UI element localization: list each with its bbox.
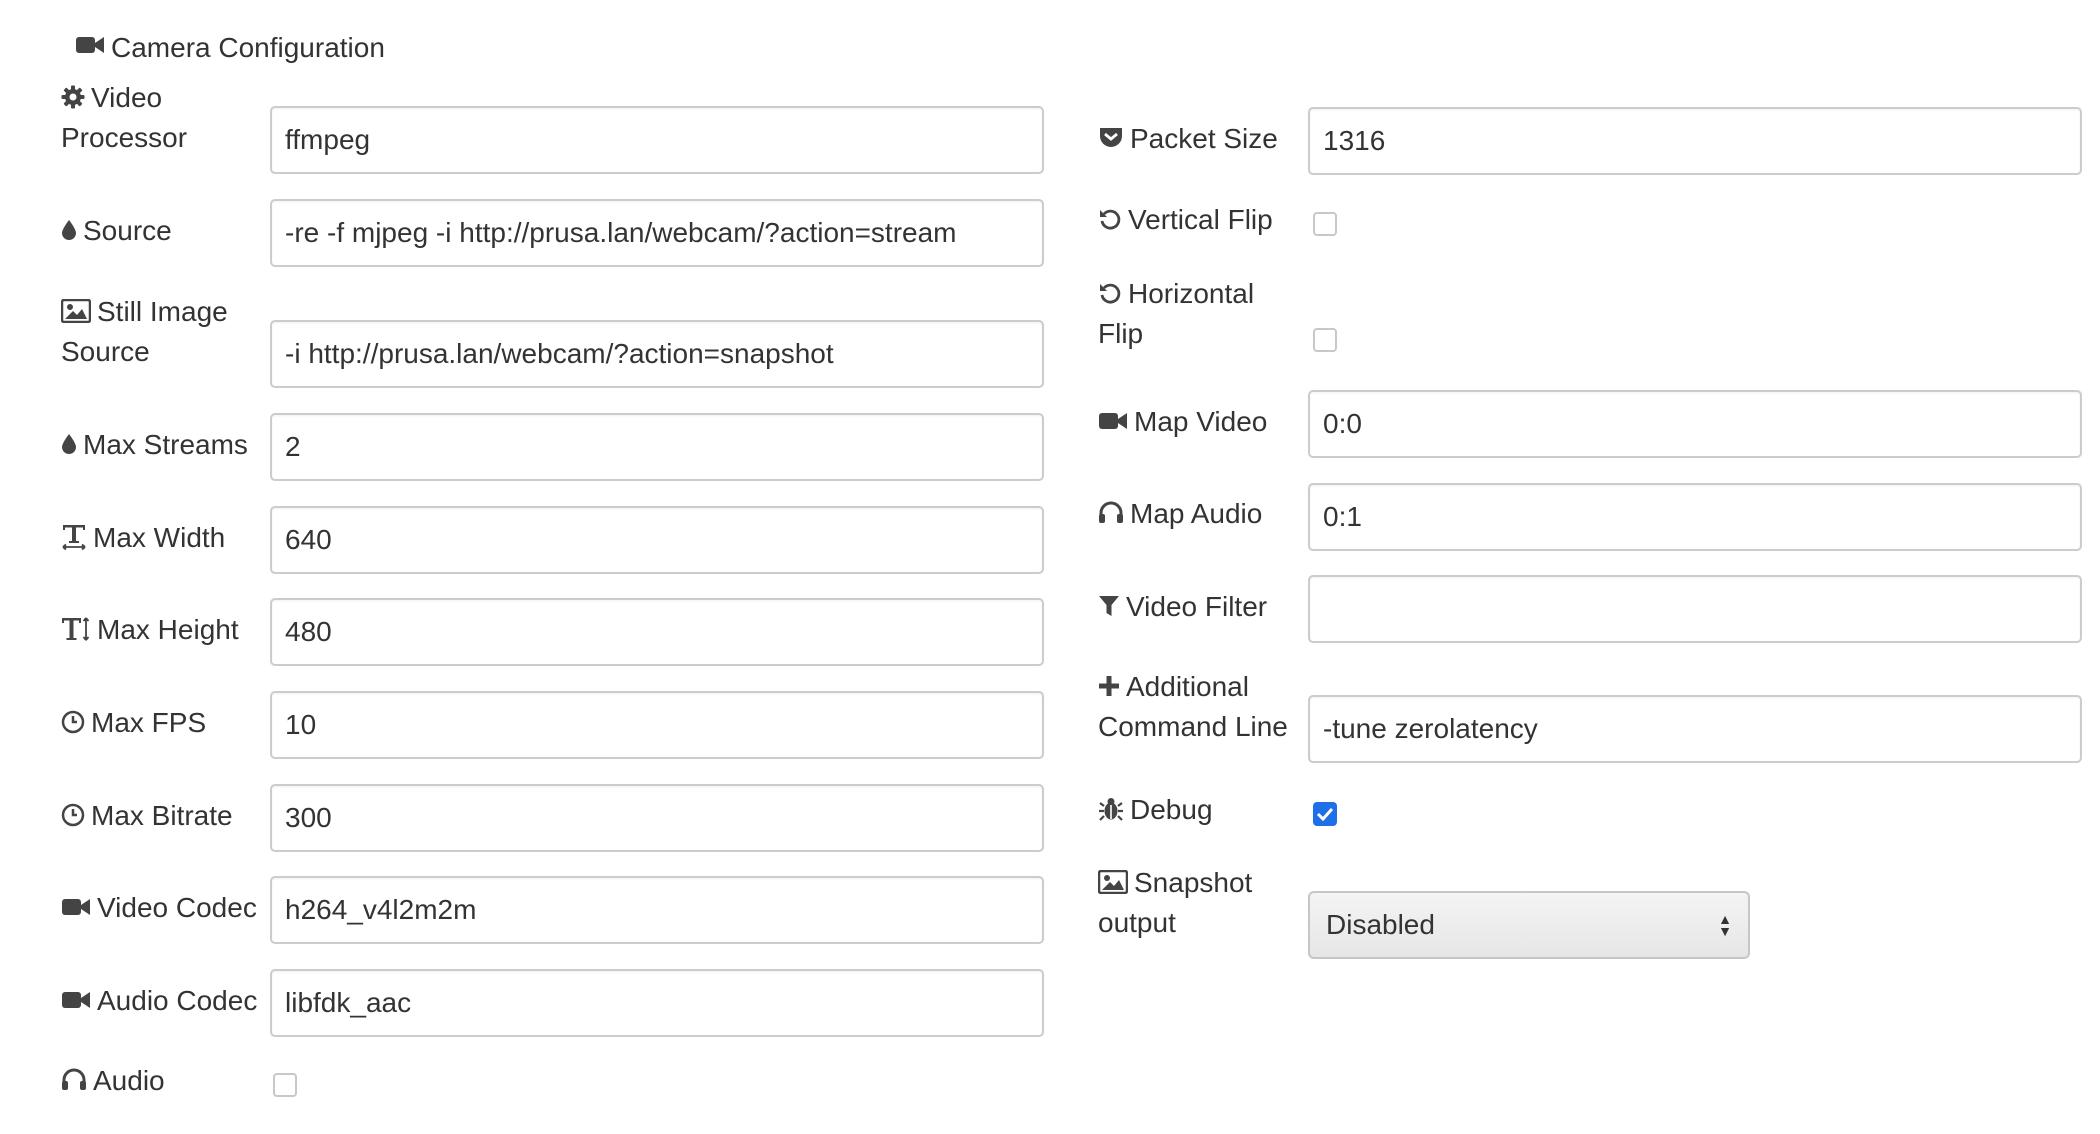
horizontal-flip-checkbox[interactable] — [1313, 328, 1337, 352]
video-camera-icon — [1098, 410, 1128, 432]
section-title-text: Camera Configuration — [111, 32, 385, 63]
video-camera-icon — [61, 989, 91, 1011]
filter-icon — [1098, 594, 1120, 618]
video-codec-input[interactable] — [270, 876, 1044, 944]
max-width-input[interactable] — [270, 506, 1044, 574]
headphones-icon — [1098, 501, 1124, 525]
packet-size-input[interactable] — [1308, 107, 2082, 175]
label-text: Audio Codec — [97, 985, 258, 1016]
label-vertical-flip: Vertical Flip — [1098, 200, 1308, 240]
label-max-bitrate: Max Bitrate — [61, 796, 261, 836]
label-text: Max Bitrate — [91, 800, 233, 831]
audio-checkbox[interactable] — [273, 1073, 297, 1097]
label-video-filter: Video Filter — [1098, 587, 1308, 627]
label-audio: Audio — [61, 1061, 261, 1101]
label-text: Video Codec — [97, 892, 257, 923]
label-text: Max FPS — [91, 707, 207, 738]
image-icon — [1098, 869, 1128, 894]
label-packet-size: Packet Size — [1098, 119, 1308, 159]
rotate-icon — [1098, 207, 1122, 231]
image-icon — [61, 298, 91, 323]
checkmark-icon — [1316, 807, 1334, 821]
label-additional-command-line: Additional Command Line — [1098, 667, 1308, 747]
label-audio-codec: Audio Codec — [61, 981, 271, 1021]
additional-command-line-input[interactable] — [1308, 695, 2082, 763]
headphones-icon — [61, 1068, 87, 1092]
gear-icon — [61, 85, 85, 109]
label-text: Debug — [1130, 794, 1213, 825]
label-text: Max Height — [97, 614, 239, 645]
video-filter-input[interactable] — [1308, 575, 2082, 643]
label-source: Source — [61, 211, 261, 251]
text-height-icon — [61, 615, 91, 643]
rotate-icon — [1098, 281, 1122, 305]
label-max-width: Max Width — [61, 518, 261, 558]
map-audio-input[interactable] — [1308, 483, 2082, 551]
droplet-icon — [61, 219, 77, 241]
debug-checkbox[interactable] — [1313, 802, 1337, 826]
label-text: Max Width — [93, 522, 226, 553]
source-input[interactable] — [270, 199, 1044, 267]
audio-codec-input[interactable] — [270, 969, 1044, 1037]
label-text: Additional Command Line — [1098, 671, 1288, 742]
label-horizontal-flip: Horizontal Flip — [1098, 274, 1298, 354]
label-text: Video Filter — [1126, 591, 1268, 622]
select-arrows-icon: ▲ ▼ — [1718, 911, 1732, 939]
still-image-source-input[interactable] — [270, 320, 1044, 388]
map-video-input[interactable] — [1308, 390, 2082, 458]
clock-icon — [61, 803, 85, 827]
text-width-icon — [61, 523, 87, 551]
label-text: Source — [83, 215, 172, 246]
max-height-input[interactable] — [270, 598, 1044, 666]
bug-icon — [1098, 796, 1124, 822]
video-camera-icon — [75, 34, 105, 56]
label-max-height: Max Height — [61, 610, 271, 650]
label-map-audio: Map Audio — [1098, 494, 1308, 534]
video-processor-input[interactable] — [270, 106, 1044, 174]
max-fps-input[interactable] — [270, 691, 1044, 759]
label-text: Vertical Flip — [1128, 204, 1273, 235]
label-video-processor: Video Processor — [61, 78, 261, 158]
snapshot-output-select[interactable]: Disabled ▲ ▼ — [1308, 891, 1750, 959]
vertical-flip-checkbox[interactable] — [1313, 212, 1337, 236]
label-text: Packet Size — [1130, 123, 1278, 154]
label-text: Map Video — [1134, 406, 1268, 437]
section-title: Camera Configuration — [75, 28, 385, 68]
label-snapshot-output: Snapshot output — [1098, 863, 1298, 943]
max-streams-input[interactable] — [270, 413, 1044, 481]
pocket-icon — [1098, 126, 1124, 150]
plus-icon — [1098, 675, 1120, 697]
label-text: Audio — [93, 1065, 165, 1096]
label-max-fps: Max FPS — [61, 703, 261, 743]
label-video-codec: Video Codec — [61, 888, 271, 928]
label-debug: Debug — [1098, 790, 1308, 830]
label-text: Map Audio — [1130, 498, 1263, 529]
label-text: Max Streams — [83, 429, 248, 460]
droplet-icon — [61, 433, 77, 455]
label-still-image-source: Still Image Source — [61, 292, 261, 372]
video-camera-icon — [61, 896, 91, 918]
snapshot-output-selected-value: Disabled — [1326, 909, 1435, 940]
label-max-streams: Max Streams — [61, 425, 271, 465]
clock-icon — [61, 710, 85, 734]
max-bitrate-input[interactable] — [270, 784, 1044, 852]
label-map-video: Map Video — [1098, 402, 1308, 442]
